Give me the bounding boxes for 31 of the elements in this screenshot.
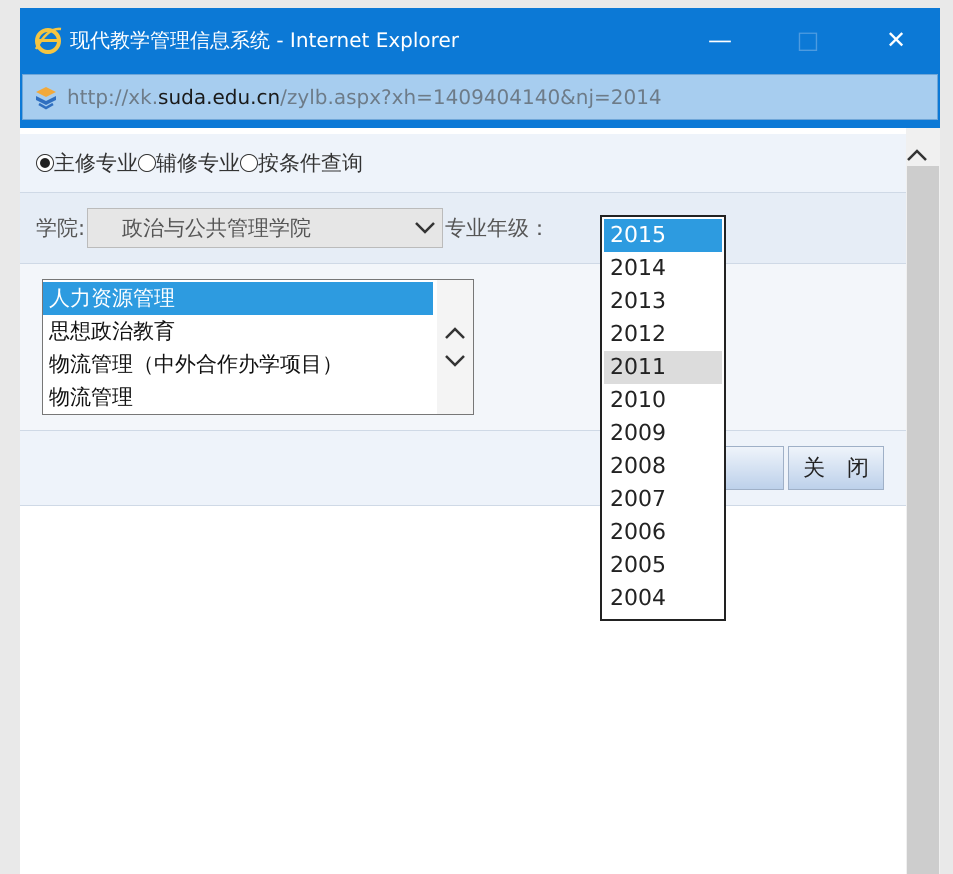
close-button[interactable]: ✕ xyxy=(852,20,940,60)
dropdown-option[interactable]: 2010 xyxy=(604,384,722,417)
grade-label: 专业年级： xyxy=(445,215,550,242)
dropdown-option[interactable]: 2013 xyxy=(604,285,722,318)
radio-option[interactable]: 按条件查询 xyxy=(240,149,363,177)
dropdown-option[interactable]: 2012 xyxy=(604,318,722,351)
scrollbar-thumb[interactable] xyxy=(907,166,939,874)
college-label: 学院: xyxy=(36,215,86,242)
dropdown-option[interactable]: 2008 xyxy=(604,450,722,483)
scroll-up-icon[interactable] xyxy=(444,326,466,340)
scroll-up-icon[interactable] xyxy=(906,148,928,162)
scroll-down-icon[interactable] xyxy=(444,354,466,368)
dropdown-option[interactable]: 2011 xyxy=(604,351,722,384)
list-item[interactable]: 物流管理（中外合作办学项目） xyxy=(43,348,433,381)
dropdown-option[interactable]: 2009 xyxy=(604,417,722,450)
browser-logo-icon xyxy=(34,25,62,55)
dropdown-option[interactable]: 2004 xyxy=(604,582,722,615)
window-title: 现代教学管理信息系统 - Internet Explorer xyxy=(70,26,460,54)
radio-option[interactable]: 主修专业 xyxy=(36,149,138,177)
radio-option[interactable]: 辅修专业 xyxy=(138,149,240,177)
close-dialog-button[interactable]: 关 闭 xyxy=(788,446,884,490)
year-dropdown[interactable]: 2015 2014 2013 2012 2011 2010 2009 2008 2007 2006 2005 2004 xyxy=(600,215,726,621)
dropdown-option[interactable]: 2014 xyxy=(604,252,722,285)
major-listbox[interactable]: 人力资源管理 思想政治教育 物流管理（中外合作办学项目） 物流管理 xyxy=(42,279,474,415)
page-icon xyxy=(33,84,59,110)
list-item[interactable]: 物流管理 xyxy=(43,381,433,414)
dropdown-option[interactable]: 2006 xyxy=(604,516,722,549)
dropdown-option[interactable]: 2005 xyxy=(604,549,722,582)
minimize-button[interactable]: — xyxy=(676,20,764,60)
dropdown-option[interactable]: 2007 xyxy=(604,483,722,516)
list-item[interactable]: 思想政治教育 xyxy=(43,315,433,348)
